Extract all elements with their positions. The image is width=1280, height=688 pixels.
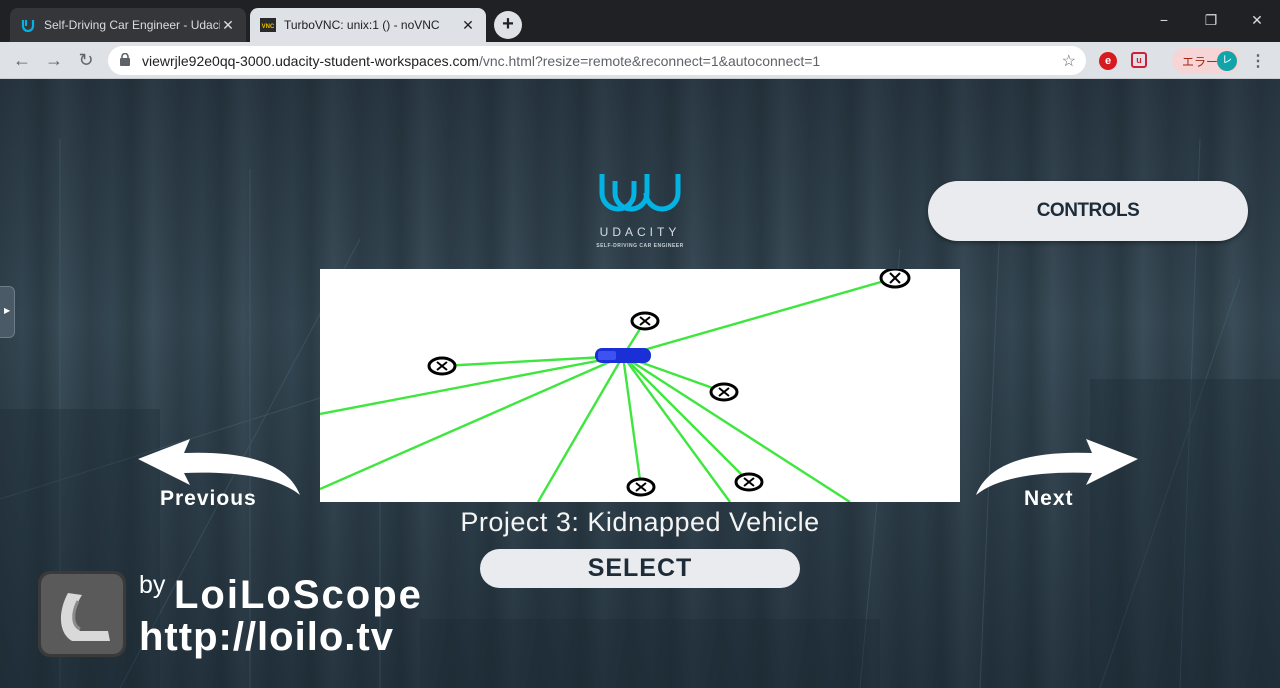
udacity-icon [20,17,36,33]
extension-antivirus-icon[interactable]: e [1099,52,1117,70]
tab-close-icon[interactable]: ✕ [220,17,236,34]
landmark-marker-icon [427,356,457,376]
tab-strip: Self-Driving Car Engineer - Udaci ✕ VNC … [0,0,1280,42]
forward-icon[interactable]: → [42,49,66,73]
minimize-icon[interactable]: − [1149,12,1179,28]
tab-title: TurboVNC: unix:1 () - noVNC [284,18,440,32]
address-bar[interactable]: viewrjle92e0qq-3000.udacity-student-work… [108,46,1086,75]
udacity-u-icon [599,174,681,212]
tab-self-driving-car-engineer[interactable]: Self-Driving Car Engineer - Udaci ✕ [10,8,246,42]
extension-mail-icon[interactable]: u [1131,52,1147,68]
avatar: レ [1217,51,1237,71]
logo-wordmark: UDACITY [599,225,681,239]
landmark-markers [427,269,911,497]
loiloscope-logo-icon [38,571,126,657]
landmark-marker-icon [626,477,656,497]
vehicle-icon [595,348,651,363]
landmark-marker-icon [734,472,764,492]
bookmark-star-icon[interactable]: ☆ [1062,51,1076,71]
watermark-url: http://loilo.tv [139,615,394,659]
restore-icon[interactable]: ❐ [1196,12,1226,29]
project-preview-image [320,269,960,502]
vnc-icon: VNC [260,17,276,33]
url-path: /vnc.html?resize=remote&reconnect=1&auto… [478,52,821,69]
tab-title: Self-Driving Car Engineer - Udaci [44,18,220,32]
udacity-logo: UDACITY SELF-DRIVING CAR ENGINEER [560,167,720,255]
landmark-marker-icon [709,382,739,402]
expand-arrow-icon: ▶ [4,306,11,315]
laser-lines [320,276,896,502]
previous-button[interactable]: Previous [160,487,257,511]
lock-icon [120,52,130,69]
landmark-marker-icon [630,311,660,331]
controls-button[interactable]: CONTROLS [928,181,1248,241]
profile-error-button[interactable]: エラー レ [1172,48,1240,74]
browser-menu-icon[interactable]: ⋮ [1250,51,1266,71]
project-title: Project 3: Kidnapped Vehicle [460,507,820,537]
landmark-marker-icon [879,269,911,289]
reload-icon[interactable]: ↻ [74,49,98,73]
select-button[interactable]: SELECT [480,549,800,588]
tab-close-icon[interactable]: ✕ [460,17,476,34]
profile-label: エラー [1182,54,1219,69]
logo-subtitle: SELF-DRIVING CAR ENGINEER [596,243,684,249]
watermark-by: by [139,571,166,599]
tab-turbovnc[interactable]: VNC TurboVNC: unix:1 () - noVNC ✕ [250,8,486,42]
vnc-viewport[interactable]: ▶ UDACITY SELF-DRIVING CAR ENGINEER CONT… [0,79,1280,688]
svg-text:VNC: VNC [262,24,275,30]
back-icon[interactable]: ← [10,49,34,73]
url-host: viewrjle92e0qq-3000.udacity-student-work… [142,52,479,69]
next-button[interactable]: Next [1024,487,1074,511]
new-tab-button[interactable]: + [494,11,522,39]
novnc-control-bar-handle[interactable]: ▶ [0,286,15,338]
watermark-brand: LoiLoScope [174,573,423,617]
browser-toolbar: ← → ↻ viewrjle92e0qq-3000.udacity-studen… [0,42,1280,79]
close-window-icon[interactable]: ✕ [1242,12,1272,29]
